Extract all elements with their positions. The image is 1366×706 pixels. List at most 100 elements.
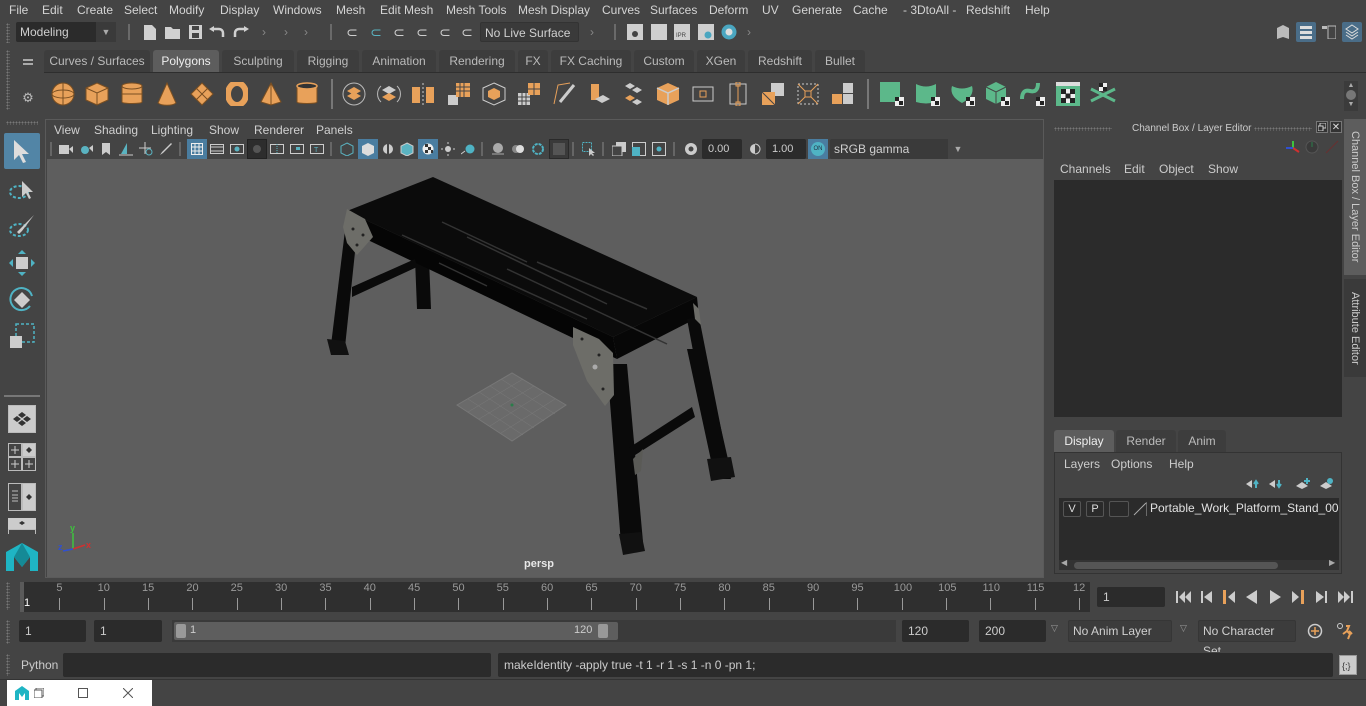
xray-joints-icon[interactable]: [529, 140, 547, 158]
shelf-tab-sculpting[interactable]: Sculpting: [222, 50, 294, 72]
menu-display[interactable]: Display: [220, 3, 259, 17]
poly-cylinder-icon[interactable]: [119, 80, 145, 108]
layer-row[interactable]: V P Portable_Work_Platform_Stand_001_l: [1059, 498, 1339, 520]
frame-selected-icon[interactable]: [630, 140, 648, 158]
two-d-pan-zoom-icon[interactable]: [137, 140, 155, 158]
playback-start-field[interactable]: 1: [94, 620, 162, 642]
menu-select[interactable]: Select: [124, 3, 157, 17]
shelf-menu-icon[interactable]: [1346, 90, 1356, 100]
layer-visibility-toggle[interactable]: V: [1063, 501, 1081, 517]
gate-mask-icon[interactable]: [247, 139, 267, 159]
undo-icon[interactable]: [208, 23, 226, 41]
snap-to-curve-icon[interactable]: ⊂: [367, 23, 385, 41]
time-slider-grip[interactable]: [6, 582, 10, 610]
uv-editor-icon[interactable]: [1054, 80, 1082, 108]
layer-menu-layers[interactable]: Layers: [1064, 457, 1100, 471]
camera-icon[interactable]: [57, 140, 75, 158]
channel-box-menu-edit[interactable]: Edit: [1124, 162, 1145, 176]
split-polygon-icon[interactable]: [760, 80, 786, 108]
new-empty-layer-icon[interactable]: [1295, 477, 1311, 491]
field-chart-icon[interactable]: [268, 140, 286, 158]
shadows-icon[interactable]: [459, 140, 477, 158]
step-forward-key-icon[interactable]: [1289, 588, 1307, 606]
shelf-tab-xgen[interactable]: XGen: [697, 50, 745, 72]
shelf-tab-custom[interactable]: Custom: [634, 50, 694, 72]
shelf-tab-animation[interactable]: Animation: [362, 50, 436, 72]
poly-plane-icon[interactable]: [189, 80, 215, 108]
side-tab-attribute-editor[interactable]: Attribute Editor: [1344, 279, 1366, 377]
play-backwards-icon[interactable]: [1243, 588, 1261, 606]
camera-attributes-icon[interactable]: [77, 140, 95, 158]
shelf-tab-polygons[interactable]: Polygons: [153, 50, 219, 72]
color-space-dropdown[interactable]: sRGB gamma ▼: [830, 139, 968, 159]
channel-list[interactable]: [1054, 180, 1342, 417]
gamma-icon[interactable]: [746, 140, 764, 158]
shelf-tab-fx[interactable]: FX: [518, 50, 548, 72]
collapse-arrow-icon[interactable]: ›: [745, 24, 753, 40]
script-language-toggle[interactable]: Python: [21, 658, 58, 672]
wireframe-shading-icon[interactable]: [338, 140, 356, 158]
playback-end-field[interactable]: 120: [902, 620, 969, 642]
attribute-editor-toggle-icon[interactable]: [1296, 22, 1316, 42]
new-layer-from-selected-icon[interactable]: [1319, 477, 1335, 491]
collapse-arrow-icon[interactable]: ›: [260, 24, 268, 40]
menu-help[interactable]: Help: [1025, 3, 1050, 17]
menu-mesh-tools[interactable]: Mesh Tools: [446, 3, 506, 17]
insert-edge-loop-icon[interactable]: [725, 80, 751, 108]
wireframe-on-shaded-icon[interactable]: [398, 140, 416, 158]
smooth-shade-all-icon[interactable]: [358, 139, 378, 159]
layer-name[interactable]: Portable_Work_Platform_Stand_001_l: [1150, 501, 1339, 515]
sync-arrow-icon[interactable]: [1324, 139, 1340, 155]
time-slider-track[interactable]: 1 5 10 15 20 25 30 35 40 45 50 55 60 65 70 75 80 85 90 95 1…: [20, 582, 1090, 612]
render-view-icon[interactable]: [626, 23, 644, 41]
combine-icon[interactable]: [341, 80, 367, 108]
range-end-handle[interactable]: [598, 624, 608, 638]
menu-generate[interactable]: Generate: [792, 3, 842, 17]
contour-stretch-mapping-icon[interactable]: [1019, 80, 1047, 108]
channel-box-menu-show[interactable]: Show: [1208, 162, 1238, 176]
viewport-menu-view[interactable]: View: [54, 123, 80, 137]
layer-list-hscrollbar[interactable]: ◀ ▶: [1059, 558, 1339, 570]
layer-display-type-toggle[interactable]: [1109, 501, 1129, 517]
poly-cube-icon[interactable]: [84, 80, 110, 108]
scale-tool-icon[interactable]: [4, 318, 40, 354]
textured-icon[interactable]: [418, 139, 438, 159]
spherical-mapping-icon[interactable]: [949, 80, 977, 108]
step-forward-frame-icon[interactable]: [1312, 588, 1330, 606]
layer-tab-anim[interactable]: Anim: [1178, 430, 1226, 452]
menu-create[interactable]: Create: [77, 3, 113, 17]
panel-grip[interactable]: [1054, 127, 1112, 131]
render-settings-icon[interactable]: [697, 23, 715, 41]
restore-window-icon[interactable]: [31, 685, 47, 701]
open-scene-icon[interactable]: [164, 23, 182, 41]
grease-pencil-icon[interactable]: [157, 140, 175, 158]
anim-layer-dropdown[interactable]: No Anim Layer: [1068, 620, 1172, 642]
mode-selector[interactable]: Modeling ▼: [16, 22, 116, 42]
menu-curves[interactable]: Curves: [602, 3, 640, 17]
layer-tab-render[interactable]: Render: [1116, 430, 1176, 452]
safe-title-icon[interactable]: T: [308, 140, 326, 158]
new-scene-icon[interactable]: [142, 23, 158, 41]
ipr-render-icon[interactable]: IPR: [673, 23, 691, 41]
viewport-menu-show[interactable]: Show: [209, 123, 239, 137]
two-panes-icon[interactable]: [610, 140, 628, 158]
viewport-menu-shading[interactable]: Shading: [94, 123, 138, 137]
side-tab-channel-box[interactable]: Channel Box / Layer Editor: [1344, 119, 1366, 275]
menu-edit-mesh[interactable]: Edit Mesh: [380, 3, 433, 17]
play-forwards-icon[interactable]: [1266, 588, 1284, 606]
xray-icon[interactable]: [489, 140, 507, 158]
step-back-key-icon[interactable]: [1220, 588, 1238, 606]
shelf-tab-rendering[interactable]: Rendering: [439, 50, 515, 72]
shelf-tab-bullet[interactable]: Bullet: [815, 50, 865, 72]
collapse-arrow-icon[interactable]: ›: [588, 24, 596, 40]
move-tool-icon[interactable]: [4, 245, 40, 281]
append-to-polygon-icon[interactable]: [690, 80, 716, 108]
use-all-lights-icon[interactable]: [439, 140, 457, 158]
viewport-menu-renderer[interactable]: Renderer: [254, 123, 304, 137]
shelf-tab-redshift[interactable]: Redshift: [748, 50, 812, 72]
current-frame-field[interactable]: 1: [1097, 587, 1165, 607]
go-to-end-icon[interactable]: [1334, 588, 1356, 606]
layer-color-swatch[interactable]: [1132, 501, 1148, 517]
safe-action-icon[interactable]: [288, 140, 306, 158]
anim-layer-chevron-icon[interactable]: ▽: [1051, 623, 1058, 634]
